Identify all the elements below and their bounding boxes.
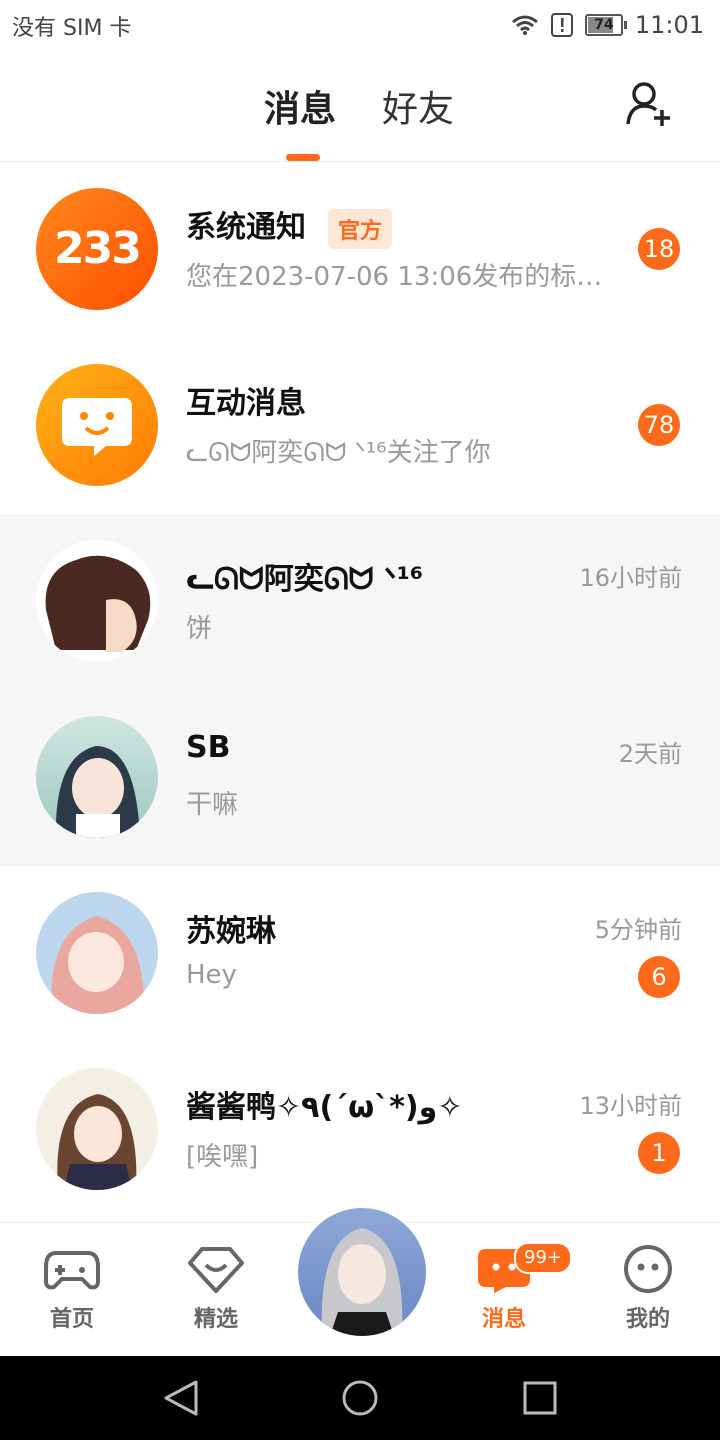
avatar-illustration	[45, 555, 151, 652]
system-notice-avatar: 233	[36, 188, 158, 310]
battery-level: 74	[594, 17, 614, 33]
conversation-preview: ᓚᘏᗢ阿奕ᘏᗢ ᐠ¹⁶关注了你	[186, 438, 491, 468]
conversation-name: 酱酱鸭✧٩(ˊωˋ*)و✧	[186, 1090, 463, 1125]
unread-badge: 78	[638, 404, 680, 446]
unread-badge: 1	[638, 1132, 680, 1174]
avatar-illustration	[55, 746, 140, 838]
nav-label: 消息	[481, 1307, 526, 1332]
user-avatar	[36, 892, 158, 1014]
avatar-logo-text: 233	[54, 223, 142, 274]
user-avatar	[36, 540, 158, 662]
center-avatar-button[interactable]	[296, 1206, 428, 1338]
wifi-icon	[511, 15, 538, 35]
user-avatar	[36, 1068, 158, 1190]
top-header: 消息 好友	[0, 50, 720, 162]
list-item[interactable]: 233 系统通知 官方 您在2023-07-06 13:06发布的标题… 18	[0, 162, 720, 338]
unread-badge: 18	[638, 228, 680, 270]
conversation-name: SB	[186, 730, 231, 765]
gamepad-icon	[44, 1251, 100, 1290]
conversation-preview: 您在2023-07-06 13:06发布的标题…	[186, 262, 606, 292]
official-tag: 官方	[328, 208, 393, 249]
nav-home[interactable]: 首页	[12, 1245, 132, 1333]
list-item[interactable]: 苏婉琳 Hey 5分钟前 6	[0, 866, 720, 1042]
conversation-preview: Hey	[186, 960, 237, 990]
conversation-name: 苏婉琳	[186, 914, 276, 949]
messages-count-badge: 99+	[514, 1242, 572, 1274]
active-tab-indicator	[286, 154, 320, 161]
list-item[interactable]: 互动消息 ᓚᘏᗢ阿奕ᘏᗢ ᐠ¹⁶关注了你 78	[0, 338, 720, 514]
list-item[interactable]: ᓚᘏᗢ阿奕ᘏᗢ ᐠ¹⁶ 饼 16小时前	[0, 514, 720, 690]
nav-label: 首页	[49, 1307, 94, 1332]
conversation-preview: [唉嘿]	[186, 1142, 259, 1172]
nav-label: 精选	[193, 1307, 238, 1332]
carrier-label: 没有 SIM 卡	[12, 16, 132, 41]
battery-icon: 74	[584, 14, 627, 36]
conversation-preview: 干嘛	[186, 790, 239, 820]
conversation-time: 2天前	[618, 740, 682, 768]
status-bar: 没有 SIM 卡 74 11:01	[0, 0, 720, 50]
smiley-face-icon	[624, 1245, 672, 1293]
add-friend-icon[interactable]	[624, 80, 672, 128]
tab-friends[interactable]: 好友	[382, 80, 454, 132]
heart-diamond-icon	[188, 1247, 244, 1293]
avatar-illustration	[57, 1094, 137, 1190]
nav-label: 我的	[625, 1307, 670, 1332]
conversation-name: 系统通知 官方	[186, 202, 393, 249]
nav-me[interactable]: 我的	[588, 1245, 708, 1333]
conversation-time: 5分钟前	[594, 916, 682, 944]
interaction-avatar	[36, 364, 158, 486]
avatar-illustration	[321, 1228, 403, 1336]
conversation-name: ᓚᘏᗢ阿奕ᘏᗢ ᐠ¹⁶	[186, 562, 424, 597]
home-icon[interactable]	[340, 1378, 380, 1418]
conversation-preview: 饼	[186, 614, 213, 644]
recents-icon[interactable]	[522, 1380, 558, 1416]
system-nav-bar	[0, 1356, 720, 1440]
nav-featured[interactable]: 精选	[156, 1245, 276, 1333]
user-avatar	[36, 716, 158, 838]
clock: 11:01	[634, 11, 704, 39]
conversation-time: 13小时前	[579, 1092, 682, 1120]
list-item[interactable]: SB 干嘛 2天前	[0, 690, 720, 866]
tab-messages[interactable]: 消息	[264, 80, 336, 132]
conversation-time: 16小时前	[579, 564, 682, 592]
alert-icon	[550, 13, 573, 37]
avatar-illustration	[51, 916, 145, 1014]
conversation-name: 互动消息	[186, 386, 306, 421]
unread-badge: 6	[638, 956, 680, 998]
conversation-name-text: 系统通知	[186, 210, 306, 245]
back-icon[interactable]	[162, 1378, 200, 1418]
chat-bubble-icon	[62, 398, 132, 456]
